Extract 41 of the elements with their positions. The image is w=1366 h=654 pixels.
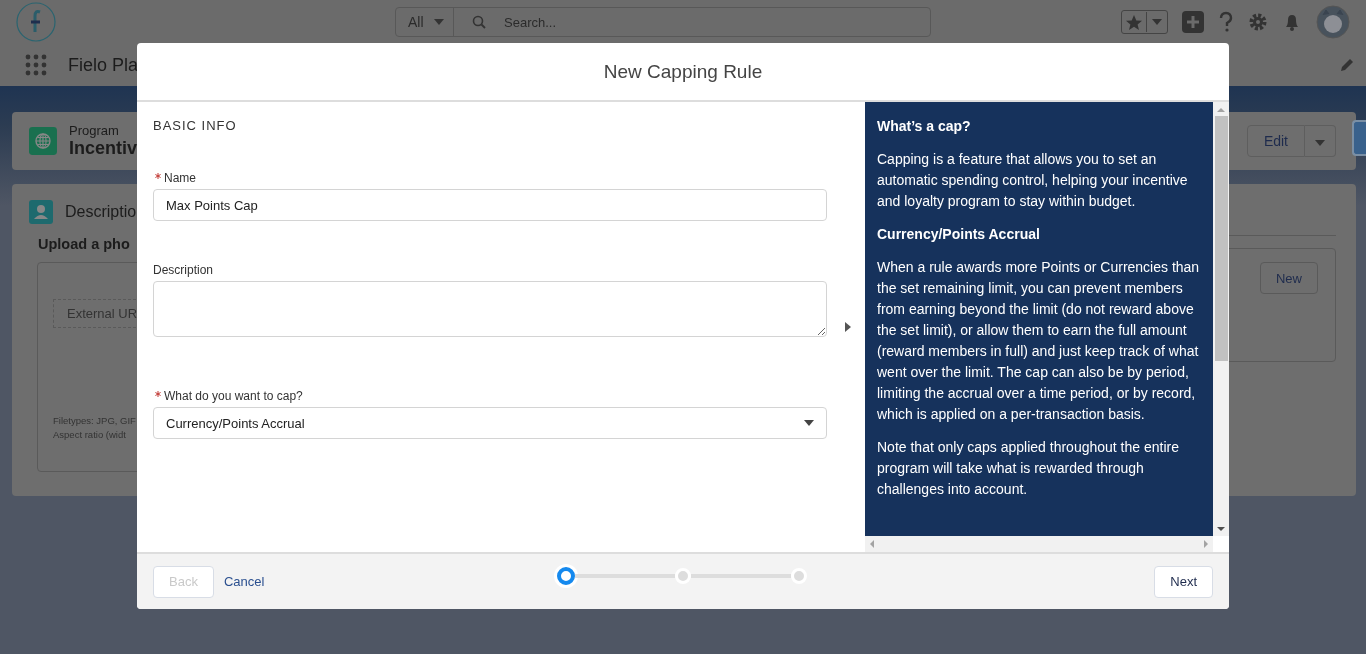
search-icon xyxy=(472,15,486,29)
help-paragraph: Capping is a feature that allows you to set an automatic spending control, helping your incentive and loyalty program to stay within budget. xyxy=(877,150,1189,211)
settings-icon[interactable] xyxy=(1248,12,1268,32)
help-icon[interactable] xyxy=(1218,11,1234,33)
help-paragraph: When a rule awards more Points or Currencies than the set remaining limit, you can prevent members from earning beyond the limit (do not reward above the set limit), or allow them to earn the full amount (reward members in full) and just keep track of what went over the limit. The cap can also be by period, limiting the accrual over a time period, or by record, which is applied on a per-transaction basis. xyxy=(877,258,1201,424)
progress-step[interactable] xyxy=(557,567,575,585)
edit-button[interactable]: Edit xyxy=(1246,125,1305,157)
name-input[interactable]: Max Points Cap xyxy=(153,189,827,221)
side-panel-tab[interactable] xyxy=(1352,120,1366,156)
field-label: What do you want to cap? xyxy=(164,389,303,403)
person-icon xyxy=(29,200,53,224)
globe-icon xyxy=(29,125,57,157)
field-label: Name xyxy=(164,171,196,185)
record-name: Incentiv xyxy=(68,138,137,159)
section-heading: BASIC INFO xyxy=(153,118,238,133)
upload-heading: Upload a pho xyxy=(38,236,130,252)
plus-icon[interactable] xyxy=(1182,11,1204,33)
app-name: Fielo Pla xyxy=(68,54,139,76)
help-heading: What’s a cap? xyxy=(877,117,972,136)
new-button[interactable]: New xyxy=(1260,262,1318,294)
field-label: Description xyxy=(153,263,214,277)
description-textarea[interactable] xyxy=(153,281,827,337)
next-button[interactable]: Next xyxy=(1154,565,1213,598)
object-label: Program xyxy=(68,123,120,138)
expand-arrow-icon[interactable] xyxy=(844,322,853,332)
cap-type-select[interactable]: Currency/Points Accrual xyxy=(153,407,827,439)
card-title: Descriptio xyxy=(65,203,137,221)
cancel-link[interactable]: Cancel xyxy=(223,574,265,589)
app-logo-icon[interactable] xyxy=(16,2,56,42)
modal-title: New Capping Rule xyxy=(603,60,763,83)
app-launcher-icon[interactable] xyxy=(24,53,48,77)
horizontal-scrollbar[interactable] xyxy=(865,536,1213,552)
more-actions-button[interactable] xyxy=(1305,125,1336,157)
search-scope-dropdown[interactable]: All xyxy=(396,8,454,36)
help-paragraph: Note that only caps applied throughout the entire program will take what is rewarded through challenges into account. xyxy=(877,438,1180,499)
help-heading: Currency/Points Accrual xyxy=(877,225,1041,244)
pencil-icon[interactable] xyxy=(1340,58,1354,72)
vertical-scrollbar[interactable] xyxy=(1213,102,1229,536)
favorites-button[interactable] xyxy=(1121,10,1168,34)
avatar-icon[interactable] xyxy=(1316,5,1350,39)
search-field[interactable]: Search... xyxy=(502,13,682,31)
